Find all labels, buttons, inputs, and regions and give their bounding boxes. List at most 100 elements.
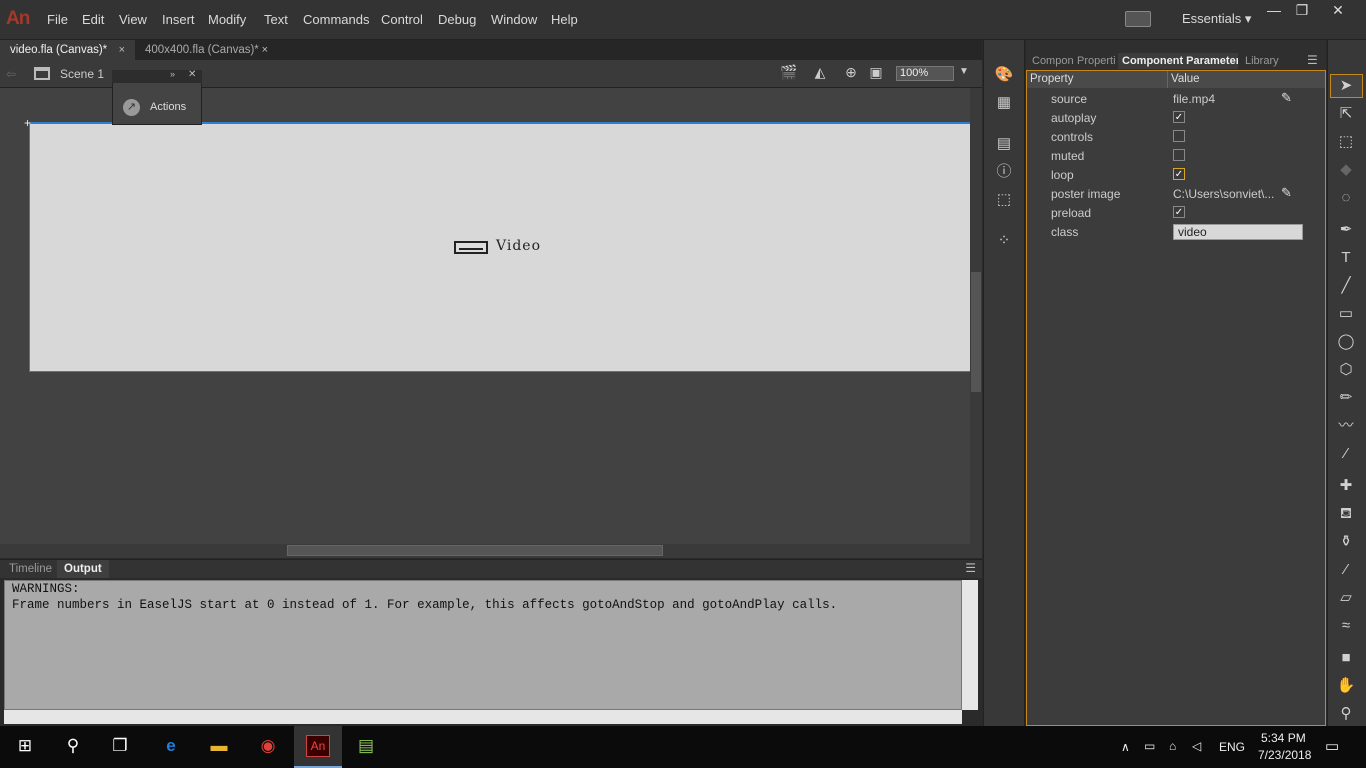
tab-video-fla[interactable]: video.fla (Canvas)* × (0, 40, 135, 60)
muted-checkbox[interactable] (1173, 149, 1185, 161)
close-icon[interactable]: ✕ (188, 69, 196, 80)
polystar-tool-icon[interactable]: ⬡ (1336, 360, 1356, 380)
eyedropper-tool-icon[interactable]: ⁄ (1336, 560, 1356, 580)
tab-components[interactable]: Compon (1028, 53, 1074, 69)
back-arrow-icon[interactable]: ⇦ (6, 67, 16, 81)
tab-library[interactable]: Library (1241, 53, 1285, 69)
menu-commands[interactable]: Commands (303, 12, 369, 27)
paint-brush-tool-icon[interactable]: 〰 (1336, 416, 1356, 436)
panel-menu-icon[interactable]: ☰ (965, 561, 976, 575)
pencil-icon[interactable]: ✎ (1281, 91, 1295, 105)
actions-label[interactable]: Actions (150, 101, 186, 113)
notifications-icon[interactable]: ▭ (1325, 737, 1339, 755)
menu-modify[interactable]: Modify (208, 12, 246, 27)
network-icon[interactable]: ⌂ (1169, 739, 1176, 753)
loop-checkbox[interactable]: ✓ (1173, 168, 1185, 180)
volume-icon[interactable]: ◁ (1192, 739, 1201, 753)
zoom-input[interactable]: 100% (896, 66, 954, 81)
close-icon[interactable]: × (262, 40, 268, 60)
menu-edit[interactable]: Edit (82, 12, 104, 27)
tab-400x400-fla[interactable]: 400x400.fla (Canvas)* × (135, 40, 278, 60)
expand-icon[interactable]: » (170, 69, 175, 79)
tab-output[interactable]: Output (57, 560, 109, 578)
align-icon[interactable]: ▤ (994, 134, 1014, 154)
snap-icon[interactable]: ⊕ (842, 64, 860, 82)
lasso-tool-icon[interactable]: ◌ (1336, 188, 1356, 208)
param-source-value[interactable]: file.mp4 (1173, 92, 1215, 106)
color-palette-icon[interactable]: 🎨 (994, 65, 1014, 85)
battery-icon[interactable]: ▭ (1144, 739, 1155, 753)
windows-start-icon[interactable]: ⊞ (12, 733, 38, 759)
transform-icon[interactable]: ⬚ (994, 190, 1014, 210)
menu-insert[interactable]: Insert (162, 12, 195, 27)
edit-scene-icon[interactable]: 🎬 (780, 64, 798, 82)
eraser-tool-icon[interactable]: ▱ (1336, 588, 1356, 608)
zoom-dropdown-icon[interactable]: ▼ (956, 66, 972, 81)
line-tool-icon[interactable]: ╱ (1336, 276, 1356, 296)
menu-text[interactable]: Text (264, 12, 288, 27)
tab-properties[interactable]: Properti (1073, 53, 1118, 69)
task-view-icon[interactable]: ❐ (107, 733, 133, 759)
controls-checkbox[interactable] (1173, 130, 1185, 142)
preload-checkbox[interactable]: ✓ (1173, 206, 1185, 218)
edge-browser-icon[interactable]: e (158, 733, 184, 759)
pen-tool-icon[interactable]: ✒ (1336, 220, 1356, 240)
search-icon[interactable]: ⚲ (60, 733, 86, 759)
tab-component-parameters[interactable]: Component Parameters (1118, 53, 1238, 69)
code-snippets-icon[interactable]: ⁘ (994, 231, 1014, 251)
rectangle-tool-icon[interactable]: ▭ (1336, 304, 1356, 324)
swatches-grid-icon[interactable]: ▦ (994, 93, 1014, 113)
free-transform-tool-icon[interactable]: ⬚ (1336, 132, 1356, 152)
close-window-button[interactable]: ✕ (1322, 2, 1354, 20)
output-vertical-scrollbar[interactable] (962, 580, 978, 710)
chrome-browser-icon[interactable]: ◉ (255, 733, 281, 759)
maximize-button[interactable]: ❐ (1286, 2, 1318, 20)
clock-time[interactable]: 5:34 PM (1261, 731, 1306, 745)
bone-tool-icon[interactable]: ✚ (1336, 476, 1356, 496)
chevron-down-icon: ▾ (1244, 11, 1252, 26)
show-hidden-icons-icon[interactable]: ∧ (1121, 740, 1130, 754)
text-tool-icon[interactable]: T (1336, 248, 1356, 268)
ink-bottle-tool-icon[interactable]: ⚱ (1336, 532, 1356, 552)
brush-tool-icon[interactable]: ⁄ (1336, 444, 1356, 464)
zoom-tool-icon[interactable]: ⚲ (1336, 704, 1356, 724)
autoplay-checkbox[interactable]: ✓ (1173, 111, 1185, 123)
3d-rotation-tool-icon[interactable]: ◆ (1336, 160, 1356, 180)
notepad-icon[interactable]: ▤ (353, 733, 379, 759)
paint-bucket-tool-icon[interactable]: ⛾ (1336, 504, 1356, 524)
actions-icon[interactable]: ↗ (123, 99, 140, 116)
file-explorer-icon[interactable]: ▬ (206, 733, 232, 759)
menu-view[interactable]: View (119, 12, 147, 27)
taskbar-animate-button[interactable]: An (294, 726, 342, 768)
subselection-tool-icon[interactable]: ⇱ (1336, 104, 1356, 124)
menu-window[interactable]: Window (491, 12, 537, 27)
class-input[interactable]: video (1173, 224, 1303, 240)
camera-tool-icon[interactable]: ■ (1336, 648, 1356, 668)
edit-symbols-icon[interactable]: ◭ (811, 64, 829, 82)
hand-tool-icon[interactable]: ✋ (1336, 676, 1356, 696)
width-tool-icon[interactable]: ≈ (1336, 616, 1356, 636)
param-poster-value[interactable]: C:\Users\sonviet\... (1173, 187, 1274, 201)
clock-date[interactable]: 7/23/2018 (1258, 748, 1311, 762)
menu-debug[interactable]: Debug (438, 12, 476, 27)
oval-tool-icon[interactable]: ◯ (1336, 332, 1356, 352)
pencil-icon[interactable]: ✎ (1281, 186, 1295, 200)
selection-tool-icon[interactable]: ➤ (1336, 76, 1356, 96)
horizontal-scroll-thumb[interactable] (287, 545, 663, 556)
fit-stage-icon[interactable]: ▣ (867, 64, 885, 82)
pencil-tool-icon[interactable]: ✏ (1336, 388, 1356, 408)
menu-control[interactable]: Control (381, 12, 423, 27)
workspace-sync-icon[interactable] (1125, 11, 1151, 27)
info-icon[interactable]: ⓘ (994, 162, 1014, 182)
close-icon[interactable]: × (119, 40, 125, 60)
language-indicator[interactable]: ENG (1219, 740, 1245, 754)
workspace-dropdown[interactable]: Essentials ▾ (1182, 11, 1251, 27)
output-text-area[interactable]: WARNINGS: Frame numbers in EaselJS start… (4, 580, 962, 710)
tab-timeline[interactable]: Timeline (2, 560, 59, 578)
vertical-scroll-thumb[interactable] (971, 272, 981, 392)
menu-file[interactable]: File (47, 12, 68, 27)
panel-menu-icon[interactable]: ☰ (1307, 53, 1318, 67)
output-horizontal-scrollbar[interactable] (4, 710, 962, 724)
menu-help[interactable]: Help (551, 12, 578, 27)
actions-panel-header[interactable]: » ✕ (112, 69, 202, 83)
